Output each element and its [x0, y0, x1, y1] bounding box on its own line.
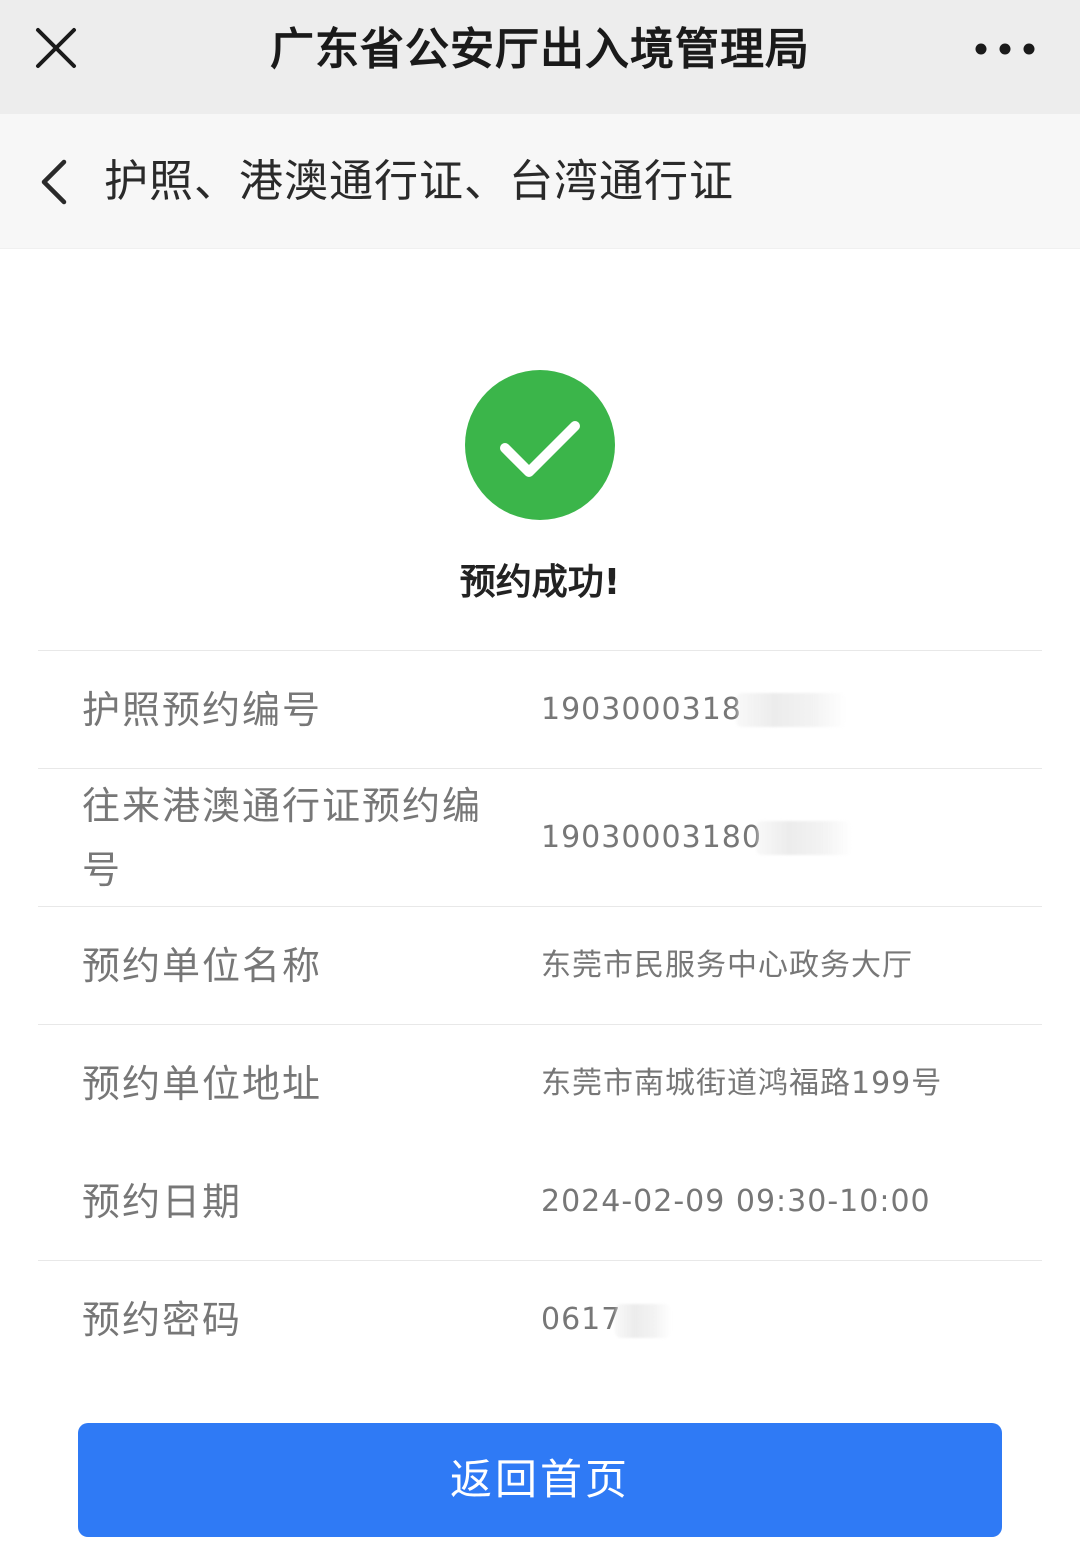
info-value: 1903000318 — [498, 688, 1042, 732]
info-label: 预约单位地址 — [82, 1062, 323, 1106]
info-value: 2024-02-09 09:30-10:00 — [541, 1183, 931, 1219]
app-title: 广东省公安厅出入境管理局 — [270, 24, 810, 75]
info-value: 19030003180 — [498, 816, 1042, 860]
info-row-unit-address: 预约单位地址 东莞市南城街道鸿福路199号 — [38, 1025, 1042, 1143]
redaction-mask — [755, 821, 852, 855]
success-message: 预约成功! — [459, 562, 621, 603]
info-row-passport-no: 护照预约编号 1903000318 — [38, 651, 1042, 769]
redaction-mask — [615, 1303, 672, 1338]
info-value: 东莞市南城街道鸿福路199号 — [541, 1066, 943, 1101]
redaction-mask — [735, 693, 846, 727]
info-label: 预约密码 — [82, 1298, 243, 1342]
info-value: 0617 — [498, 1298, 1042, 1342]
info-row-unit-name: 预约单位名称 东莞市民服务中心政务大厅 — [38, 907, 1042, 1025]
more-horizontal-icon[interactable] — [970, 26, 1040, 72]
info-row-password: 预约密码 0617 — [38, 1261, 1042, 1379]
page-title: 护照、港澳通行证、台湾通行证 — [104, 156, 734, 207]
sub-header: 护照、港澳通行证、台湾通行证 — [0, 114, 1080, 249]
info-row-date: 预约日期 2024-02-09 09:30-10:00 — [38, 1143, 1042, 1261]
info-label: 护照预约编号 — [82, 687, 323, 732]
top-bar: 广东省公安厅出入境管理局 — [0, 0, 1080, 114]
appointment-info-list: 护照预约编号 1903000318 往来港澳通行证预约编号 1903000318… — [38, 650, 1042, 1379]
check-circle-icon — [465, 370, 615, 520]
chevron-left-icon[interactable] — [34, 154, 78, 210]
info-label: 往来港澳通行证预约编号 — [82, 783, 483, 892]
info-row-hk-macau-no: 往来港澳通行证预约编号 19030003180 — [38, 769, 1042, 907]
info-label: 预约单位名称 — [82, 943, 323, 988]
back-to-home-button[interactable]: 返回首页 — [78, 1423, 1002, 1537]
info-label: 预约日期 — [82, 1179, 243, 1224]
info-value: 东莞市民服务中心政务大厅 — [541, 947, 913, 983]
